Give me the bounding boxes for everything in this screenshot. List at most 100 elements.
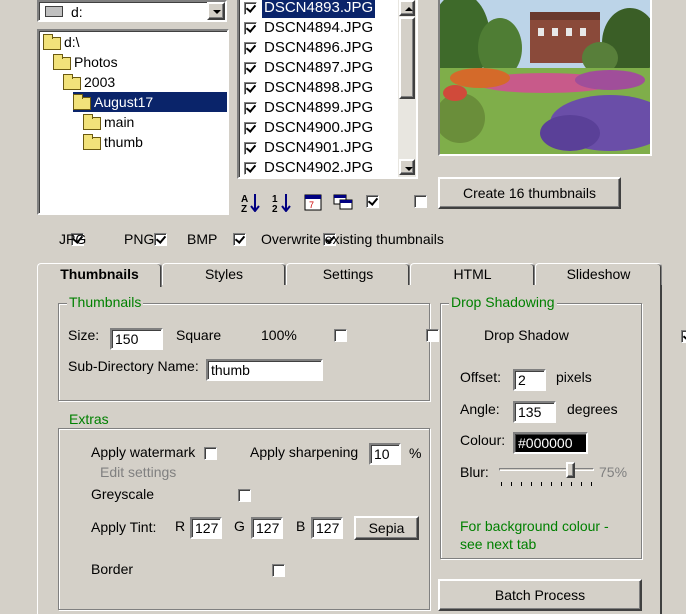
file-name: DSCN4897.JPG [264,59,374,76]
drop-shadow-group-title: Drop Shadowing [449,294,557,310]
scroll-thumb[interactable] [399,17,415,99]
scroll-up-button[interactable] [399,0,415,16]
windows-icon[interactable] [333,192,353,212]
create-thumbnails-button[interactable]: Create 16 thumbnails [438,177,621,209]
file-checkbox[interactable] [244,142,257,155]
file-checkbox[interactable] [244,82,257,95]
check-all-icon[interactable] [366,195,379,208]
file-list-scrollbar[interactable] [398,0,416,177]
offset-input[interactable]: 2 [513,369,546,391]
tint-b-input[interactable]: 127 [311,517,343,539]
drop-shadow-checkbox[interactable] [680,330,686,343]
folder-icon [83,133,101,150]
file-name: DSCN4900.JPG [264,119,374,136]
file-list[interactable]: DSCN4893.JPG DSCN4894.JPG DSCN4896.JPG DSCN… [237,0,418,179]
arrow-up-icon [405,7,413,11]
file-checkbox[interactable] [244,42,257,55]
tree-item[interactable]: d:\ [43,32,83,52]
file-list-item[interactable]: DSCN4893.JPG [241,0,391,18]
tint-r-input[interactable]: 127 [190,517,222,539]
folder-icon [53,53,71,70]
tree-item[interactable]: thumb [83,132,146,152]
percent-checkbox[interactable] [426,329,440,342]
sharpening-unit: % [409,445,422,461]
arrow-down-icon [405,167,413,171]
sepia-button[interactable]: Sepia [354,516,419,540]
tab-settings-label: Settings [322,266,374,282]
tab-thumbnails[interactable]: Thumbnails [37,263,162,287]
percent-label: 100% [261,327,297,343]
blur-slider-thumb[interactable] [566,462,575,478]
tab-html[interactable]: HTML [410,263,535,285]
tree-item-label: thumb [104,134,143,150]
size-input[interactable]: 150 [110,328,163,350]
png-checkbox[interactable] [153,233,167,246]
folder-tree[interactable]: d:\ Photos 2003 August17 main thumb [37,29,229,215]
file-checkbox[interactable] [244,102,257,115]
watermark-label: Apply watermark [91,444,196,460]
r-label: R [175,518,186,534]
file-list-item[interactable]: DSCN4899.JPG [241,98,391,118]
file-name: DSCN4899.JPG [264,99,374,116]
colour-label: Colour: [460,432,506,448]
tab-slideshow[interactable]: Slideshow [535,263,662,285]
colour-input[interactable]: #000000 [513,432,588,454]
folder-icon [63,73,81,90]
tree-item[interactable]: August17 [73,92,227,112]
size-label: Size: [68,327,100,343]
svg-text:2: 2 [272,204,278,212]
file-list-item[interactable]: DSCN4897.JPG [241,58,391,78]
offset-unit: pixels [556,369,592,385]
sort-descending-icon[interactable]: 12 [272,192,292,215]
square-label: Square [176,327,222,343]
square-checkbox[interactable] [334,329,348,342]
uncheck-all-icon[interactable] [413,195,427,208]
tree-item-label: 2003 [84,74,116,90]
offset-label: Offset: [460,369,501,385]
tab-styles-label: Styles [204,266,244,282]
edit-settings-link[interactable]: Edit settings [100,464,176,480]
scroll-down-button[interactable] [399,159,415,175]
file-list-item[interactable]: DSCN4900.JPG [241,118,391,138]
subdir-label: Sub-Directory Name: [68,358,199,374]
file-list-item[interactable]: DSCN4894.JPG [241,18,391,38]
file-checkbox[interactable] [244,22,257,35]
angle-input[interactable]: 135 [513,401,556,423]
file-list-item[interactable]: DSCN4896.JPG [241,38,391,58]
bmp-checkbox[interactable] [232,233,246,246]
tree-item[interactable]: Photos [53,52,121,72]
subdir-input[interactable]: thumb [206,359,323,381]
blur-slider[interactable] [499,462,594,490]
greyscale-checkbox[interactable] [237,489,251,502]
file-name: DSCN4901.JPG [264,139,374,156]
tab-styles[interactable]: Styles [162,263,286,285]
tree-item[interactable]: main [83,112,137,132]
tree-item-label: August17 [93,94,157,110]
batch-process-button[interactable]: Batch Process [438,579,642,611]
preview-image [438,0,652,156]
file-checkbox[interactable] [244,162,257,175]
file-list-item[interactable]: DSCN4898.JPG [241,78,391,98]
calendar-icon[interactable]: 7 [303,192,323,212]
tint-g-input[interactable]: 127 [251,517,283,539]
greyscale-label: Greyscale [91,486,155,502]
sharpening-input[interactable]: 10 [369,443,401,465]
tree-item[interactable]: 2003 [63,72,118,92]
watermark-checkbox[interactable] [204,447,218,460]
dropdown-button[interactable] [207,2,225,20]
file-list-item[interactable]: DSCN4901.JPG [241,138,391,158]
bmp-label: BMP [187,231,218,247]
thumbnails-group [58,303,430,401]
sort-ascending-icon[interactable]: AZ [241,192,261,215]
background-colour-note: For background colour - see next tab [460,518,609,552]
border-checkbox[interactable] [271,564,285,577]
tab-settings[interactable]: Settings [286,263,410,285]
file-checkbox[interactable] [244,62,257,75]
chevron-down-icon [213,10,221,14]
file-list-item[interactable]: DSCN4902.JPG [241,158,391,177]
drive-select[interactable]: d: [37,0,227,22]
blur-value: 75% [599,464,628,480]
file-checkbox[interactable] [244,122,257,135]
thumbnails-group-title: Thumbnails [67,294,144,310]
file-checkbox[interactable] [244,2,257,15]
